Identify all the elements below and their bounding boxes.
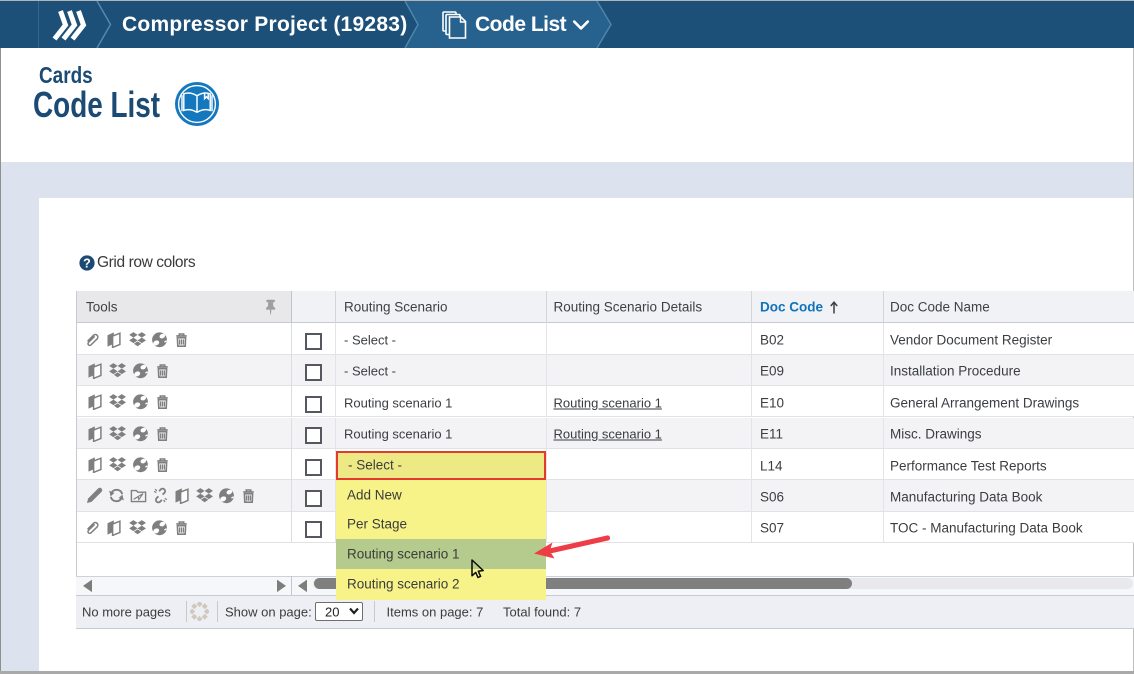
svg-text:?: ? — [83, 257, 91, 271]
